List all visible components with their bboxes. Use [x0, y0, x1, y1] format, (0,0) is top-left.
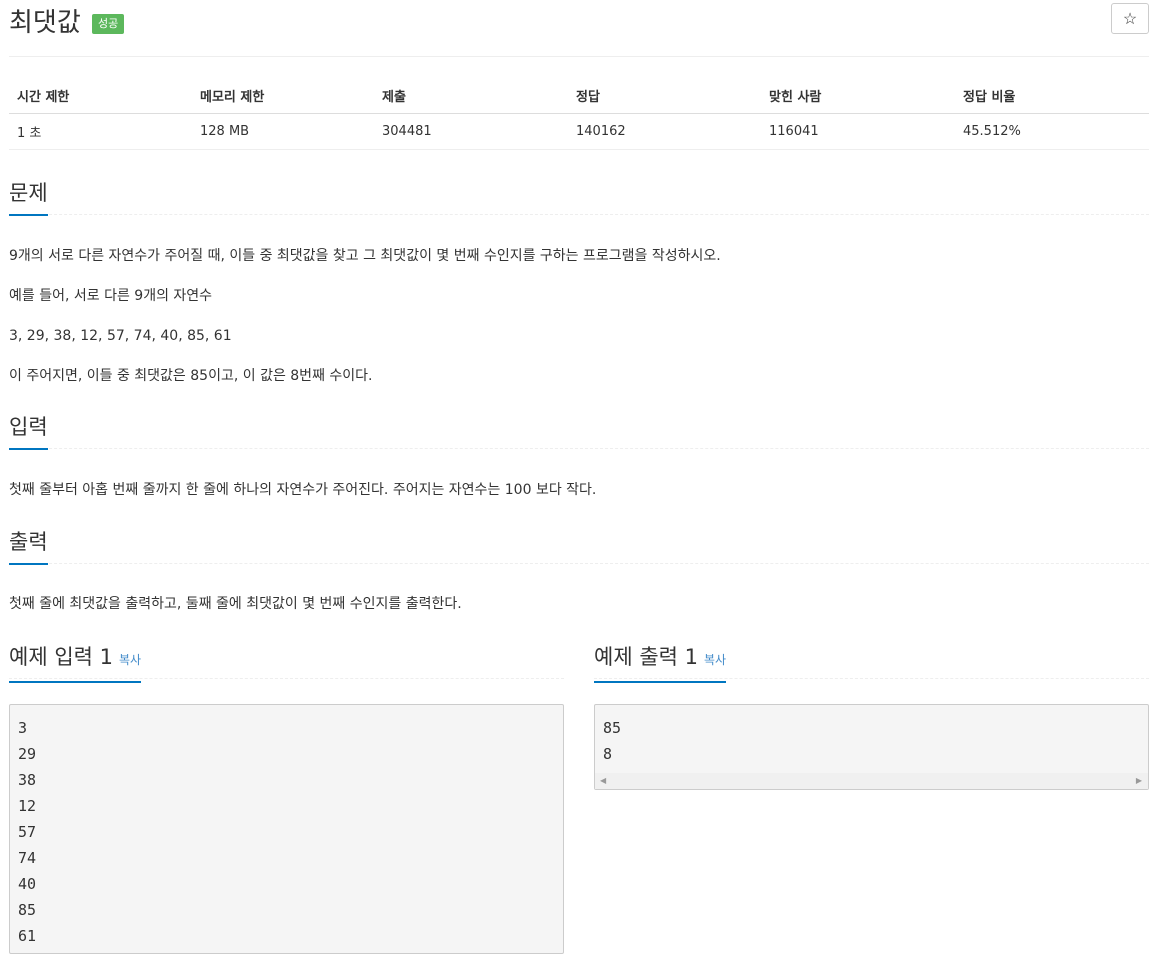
scroll-right-icon[interactable]: ▶: [1136, 776, 1142, 785]
info-header-cell: 정답 비율: [955, 78, 1149, 114]
sample-output-header: 예제 출력 1 복사: [594, 642, 1149, 683]
problem-page: 최댓값 성공 ☆ 시간 제한 메모리 제한 제출 정답 맞힌 사람 정답 비율 …: [9, 0, 1149, 954]
info-value-cell: 140162: [568, 113, 761, 150]
copy-sample-output-button[interactable]: 복사: [704, 653, 726, 667]
sample-input-header: 예제 입력 1 복사: [9, 642, 564, 683]
problem-paragraph: 9개의 서로 다른 자연수가 주어질 때, 이들 중 최댓값을 찾고 그 최댓값…: [9, 248, 721, 264]
input-section-header: 입력: [9, 412, 1149, 450]
info-value-cell: 304481: [374, 113, 568, 150]
info-value-cell: 116041: [761, 113, 955, 150]
output-description: 첫째 줄에 최댓값을 출력하고, 둘째 줄에 최댓값이 몇 번째 수인지를 출력…: [9, 596, 462, 612]
info-header-cell: 시간 제한: [9, 78, 192, 114]
copy-sample-input-button[interactable]: 복사: [119, 653, 141, 667]
problem-heading: 문제: [9, 178, 48, 216]
info-value-row: 1 초 128 MB 304481 140162 116041 45.512%: [9, 113, 1149, 150]
horizontal-scrollbar[interactable]: ◀ ▶: [595, 773, 1148, 789]
output-heading: 출력: [9, 527, 48, 565]
sample-output-container: 85 8 ◀ ▶: [594, 704, 1149, 790]
info-value-cell: 45.512%: [955, 113, 1149, 150]
page-title: 최댓값: [9, 8, 81, 38]
problem-paragraph: 3, 29, 38, 12, 57, 74, 40, 85, 61: [9, 328, 232, 344]
problem-paragraph: 예를 들어, 서로 다른 9개의 자연수: [9, 288, 213, 304]
problem-section-header: 문제: [9, 178, 1149, 216]
info-value-cell: 1 초: [9, 113, 192, 150]
sample-output-heading: 예제 출력 1 복사: [594, 642, 727, 683]
info-header-cell: 맞힌 사람: [761, 78, 955, 114]
status-badge: 성공: [92, 14, 125, 34]
title-row: 최댓값 성공 ☆: [9, 0, 1149, 57]
info-header-cell: 메모리 제한: [192, 78, 374, 114]
problem-paragraph: 이 주어지면, 이들 중 최댓값은 85이고, 이 값은 8번째 수이다.: [9, 368, 373, 384]
info-header-cell: 제출: [374, 78, 568, 114]
star-icon[interactable]: ☆: [1111, 3, 1149, 34]
sample-input-title: 예제 입력 1: [9, 645, 113, 669]
sample-input-heading: 예제 입력 1 복사: [9, 642, 142, 683]
input-heading: 입력: [9, 412, 48, 450]
info-header-row: 시간 제한 메모리 제한 제출 정답 맞힌 사람 정답 비율: [9, 78, 1149, 114]
sample-output-title: 예제 출력 1: [594, 645, 698, 669]
info-header-cell: 정답: [568, 78, 761, 114]
input-description: 첫째 줄부터 아홉 번째 줄까지 한 줄에 하나의 자연수가 주어진다. 주어지…: [9, 482, 597, 498]
sample-input-box[interactable]: 3 29 38 12 57 74 40 85 61: [9, 704, 564, 954]
info-value-cell: 128 MB: [192, 113, 374, 150]
scroll-left-icon[interactable]: ◀: [600, 776, 606, 785]
problem-info-table: 시간 제한 메모리 제한 제출 정답 맞힌 사람 정답 비율 1 초 128 M…: [9, 78, 1149, 150]
output-section-header: 출력: [9, 527, 1149, 565]
